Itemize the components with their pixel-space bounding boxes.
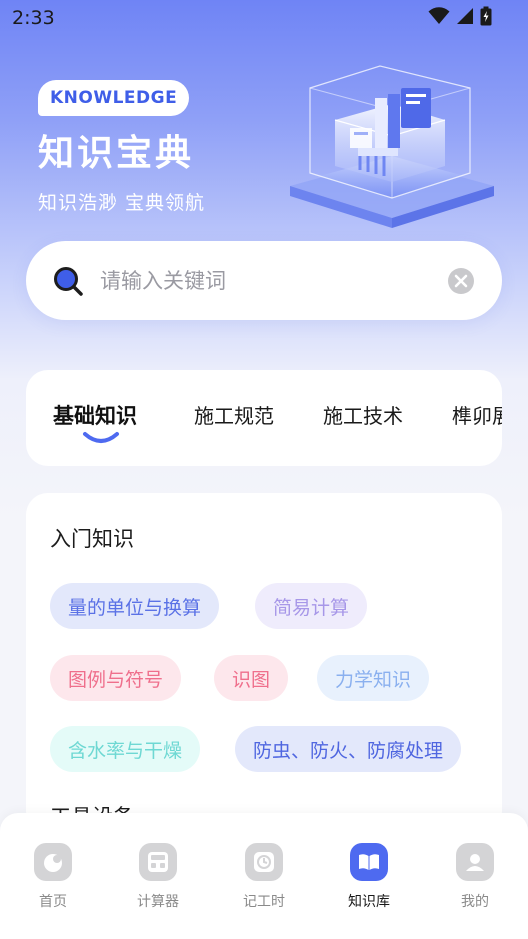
nav-label-profile: 我的 bbox=[461, 894, 489, 910]
clear-icon[interactable] bbox=[447, 267, 475, 295]
nav-home[interactable]: 首页 bbox=[8, 843, 98, 911]
nav-label-calculator: 计算器 bbox=[137, 894, 179, 910]
hero-subtitle: 知识浩渺 宝典领航 bbox=[38, 192, 206, 214]
nav-label-home: 首页 bbox=[39, 894, 67, 910]
status-bar: 2:33 bbox=[0, 0, 528, 36]
chip-mechanics[interactable]: 力学知识 bbox=[317, 655, 430, 701]
status-time: 2:33 bbox=[12, 7, 55, 29]
wifi-icon bbox=[428, 7, 450, 24]
tab-construction-standards[interactable]: 施工规范 bbox=[194, 400, 274, 429]
knowledge-badge: KNOWLEDGE bbox=[38, 80, 190, 116]
clock-icon bbox=[245, 843, 283, 881]
tab-construction-techniques[interactable]: 施工技术 bbox=[323, 400, 403, 429]
search-bar[interactable] bbox=[26, 241, 502, 320]
signal-icon bbox=[457, 8, 473, 24]
nav-label-knowledge-base: 知识库 bbox=[348, 894, 390, 910]
chip-simple-calculation[interactable]: 简易计算 bbox=[255, 583, 368, 629]
book-icon bbox=[350, 843, 388, 881]
chip-moisture-drying[interactable]: 含水率与干燥 bbox=[50, 726, 201, 772]
calculator-icon bbox=[139, 843, 177, 881]
nav-calculator[interactable]: 计算器 bbox=[113, 843, 203, 911]
search-icon[interactable] bbox=[52, 265, 84, 297]
bottom-navigation: 首页 计算器 记工时 知识库 我的 bbox=[0, 813, 528, 939]
battery-icon bbox=[480, 6, 492, 26]
chip-drawing-reading[interactable]: 识图 bbox=[214, 655, 289, 701]
tab-basic-knowledge[interactable]: 基础知识 bbox=[53, 400, 137, 430]
tab-mortise-tenon[interactable]: 榫卯展 bbox=[452, 400, 502, 429]
status-icons bbox=[428, 6, 492, 26]
chip-legend-symbols[interactable]: 图例与符号 bbox=[50, 655, 182, 701]
nav-label-work-hours: 记工时 bbox=[243, 894, 285, 910]
category-tabs: 基础知识 施工规范 施工技术 榫卯展 bbox=[26, 370, 502, 466]
section-title-intro: 入门知识 bbox=[50, 527, 134, 551]
chip-units-conversion[interactable]: 量的单位与换算 bbox=[50, 583, 220, 629]
search-input[interactable] bbox=[100, 263, 430, 299]
nav-knowledge-base[interactable]: 知识库 bbox=[324, 843, 414, 911]
hero-title: 知识宝典 bbox=[38, 132, 195, 174]
home-face-icon bbox=[34, 843, 72, 881]
chip-pest-fire-rot-treatment[interactable]: 防虫、防火、防腐处理 bbox=[235, 726, 462, 772]
profile-icon bbox=[456, 843, 494, 881]
nav-profile[interactable]: 我的 bbox=[430, 843, 520, 911]
tab-active-indicator bbox=[83, 432, 119, 443]
bookshelf-illustration-icon bbox=[290, 65, 494, 228]
knowledge-content-card: 入门知识 量的单位与换算 简易计算 图例与符号 识图 力学知识 含水率与干燥 防… bbox=[26, 493, 502, 833]
nav-work-hours[interactable]: 记工时 bbox=[219, 843, 309, 911]
